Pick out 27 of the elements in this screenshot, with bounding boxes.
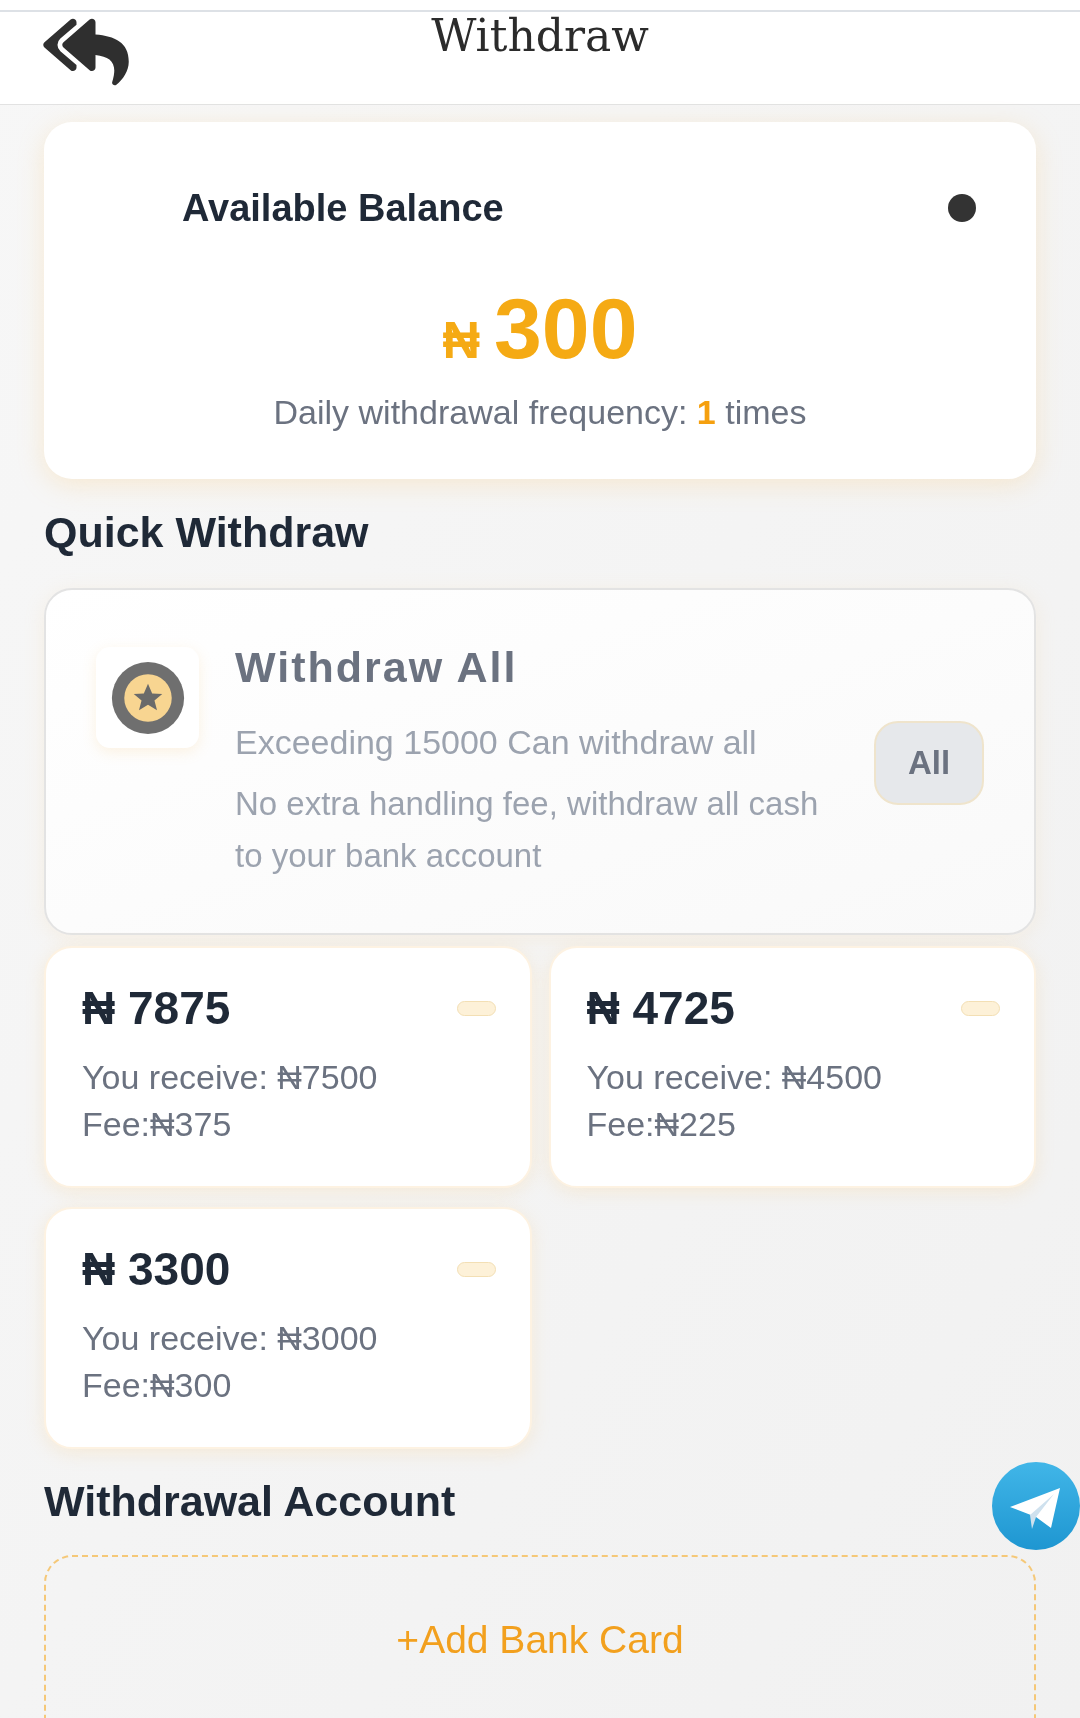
withdraw-all-description: No extra handling fee, withdraw all cash to your bank account: [235, 784, 820, 876]
receive-amount: You receive: ₦7500: [82, 1057, 379, 1098]
section-heading: Withdrawal Account: [44, 1477, 457, 1525]
withdraw-all-button[interactable]: All: [874, 721, 984, 805]
withdraw-all-title: Withdraw All: [235, 643, 519, 691]
option-amount: ₦ 7875: [82, 984, 231, 1032]
receive-amount: You receive: ₦3000: [82, 1318, 379, 1359]
section-heading: Quick Withdraw: [44, 508, 370, 556]
balance-amount: ₦ 300: [442, 280, 638, 378]
fee-amount: Fee:₦225: [586, 1104, 737, 1145]
fee-amount: Fee:₦375: [82, 1104, 233, 1145]
withdraw-option-card[interactable]: ₦ 4725 You receive: ₦4500 Fee:₦225: [548, 946, 1036, 1188]
pill-icon: [961, 1000, 1000, 1016]
option-amount: ₦ 4725: [586, 984, 735, 1032]
receive-amount: You receive: ₦4500: [586, 1057, 883, 1098]
option-amount: ₦ 3300: [82, 1245, 231, 1293]
withdraw-option-card[interactable]: ₦ 7875 You receive: ₦7500 Fee:₦375: [44, 946, 532, 1188]
pill-icon: [456, 1261, 496, 1277]
star-coin-icon: [96, 647, 199, 748]
balance-label: Available Balance: [182, 188, 504, 228]
pill-icon: [456, 1000, 496, 1016]
page-title: Withdraw: [430, 12, 650, 58]
paper-plane-icon[interactable]: [992, 1462, 1080, 1550]
withdrawal-frequency-text: Daily withdrawal frequency: 1 times: [272, 392, 808, 432]
fee-amount: Fee:₦300: [82, 1365, 233, 1406]
withdraw-option-card[interactable]: ₦ 3300 You receive: ₦3000 Fee:₦300: [44, 1207, 532, 1449]
withdraw-all-condition: Exceeding 15000 Can withdraw all: [235, 722, 758, 763]
